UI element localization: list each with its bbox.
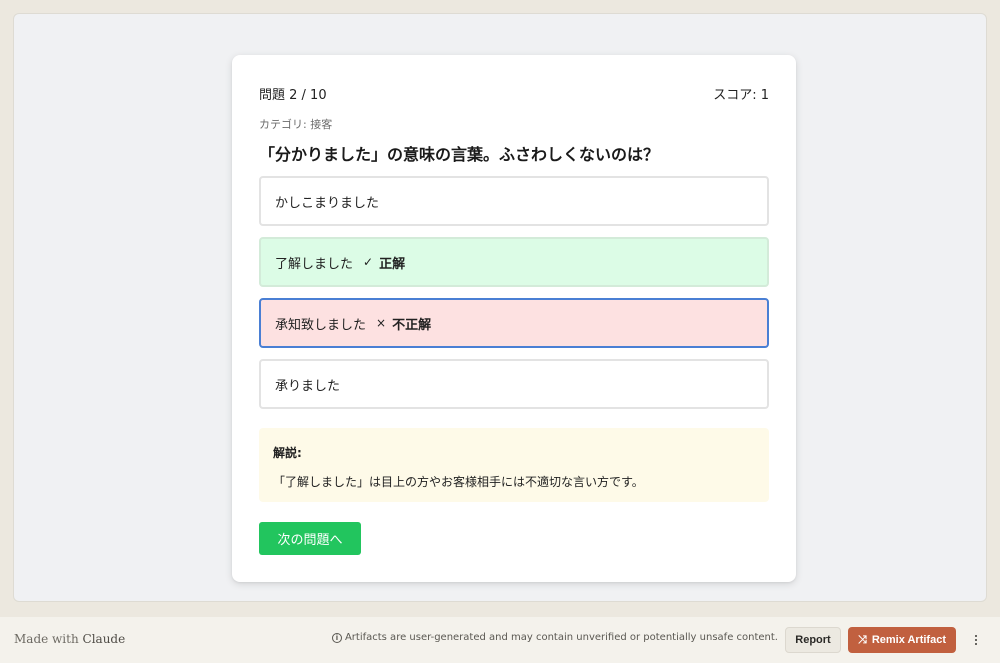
progress-label: 問題 2 / 10 [259,88,327,103]
disclaimer: i Artifacts are user-generated and may c… [331,632,778,643]
score-label: スコア: 1 [713,88,769,103]
report-button[interactable]: Report [785,627,841,653]
answer-option-text: 承りました [275,378,341,394]
quiz-card: 問題 2 / 10 スコア: 1 カテゴリ: 接客 「分かりました」の意味の言葉… [232,55,796,582]
remix-artifact-button[interactable]: ⤨ Remix Artifact [848,627,956,653]
disclaimer-text: Artifacts are user-generated and may con… [344,632,778,643]
more-options-icon[interactable] [970,629,982,651]
correct-verdict: 正解 [379,256,406,272]
check-icon: ✓ [363,255,374,269]
explanation-text: 「了解しました」は目上の方やお客様相手には不適切な言い方です。 [273,475,644,489]
answer-option-2[interactable]: 了解しました ✓ 正解 [259,237,769,287]
question-text: 「分かりました」の意味の言葉。ふさわしくないのは？ [259,145,660,164]
answer-option-text: かしこまりました [275,195,380,211]
made-with-label: Made with Claude [14,632,125,646]
brand-name: Claude [82,632,126,646]
shuffle-icon: ⤨ [858,633,867,646]
wrong-verdict: 不正解 [392,317,432,333]
answer-option-1[interactable]: かしこまりました [259,176,769,226]
info-icon: i [331,632,342,643]
cross-icon: × [376,316,387,330]
answer-option-4[interactable]: 承りました [259,359,769,409]
artifact-footer: Made with Claude i Artifacts are user-ge… [0,617,1000,663]
next-question-button[interactable]: 次の問題へ [259,522,361,555]
artifact-frame: 問題 2 / 10 スコア: 1 カテゴリ: 接客 「分かりました」の意味の言葉… [0,0,1000,617]
artifact-canvas: 問題 2 / 10 スコア: 1 カテゴリ: 接客 「分かりました」の意味の言葉… [13,13,987,602]
explanation-box: 解説: 「了解しました」は目上の方やお客様相手には不適切な言い方です。 [259,428,769,502]
explanation-title: 解説: [273,446,302,460]
answer-options: かしこまりました 了解しました ✓ 正解 承知致しました × 不正解 承りました [259,176,769,420]
answer-option-text: 承知致しました [275,317,367,333]
category-label: カテゴリ: 接客 [259,118,333,131]
made-with-text: Made with [14,632,79,646]
quiz-header: 問題 2 / 10 スコア: 1 [259,84,769,103]
remix-button-label: Remix Artifact [871,634,946,646]
answer-option-3[interactable]: 承知致しました × 不正解 [259,298,769,348]
answer-option-text: 了解しました [275,256,354,272]
